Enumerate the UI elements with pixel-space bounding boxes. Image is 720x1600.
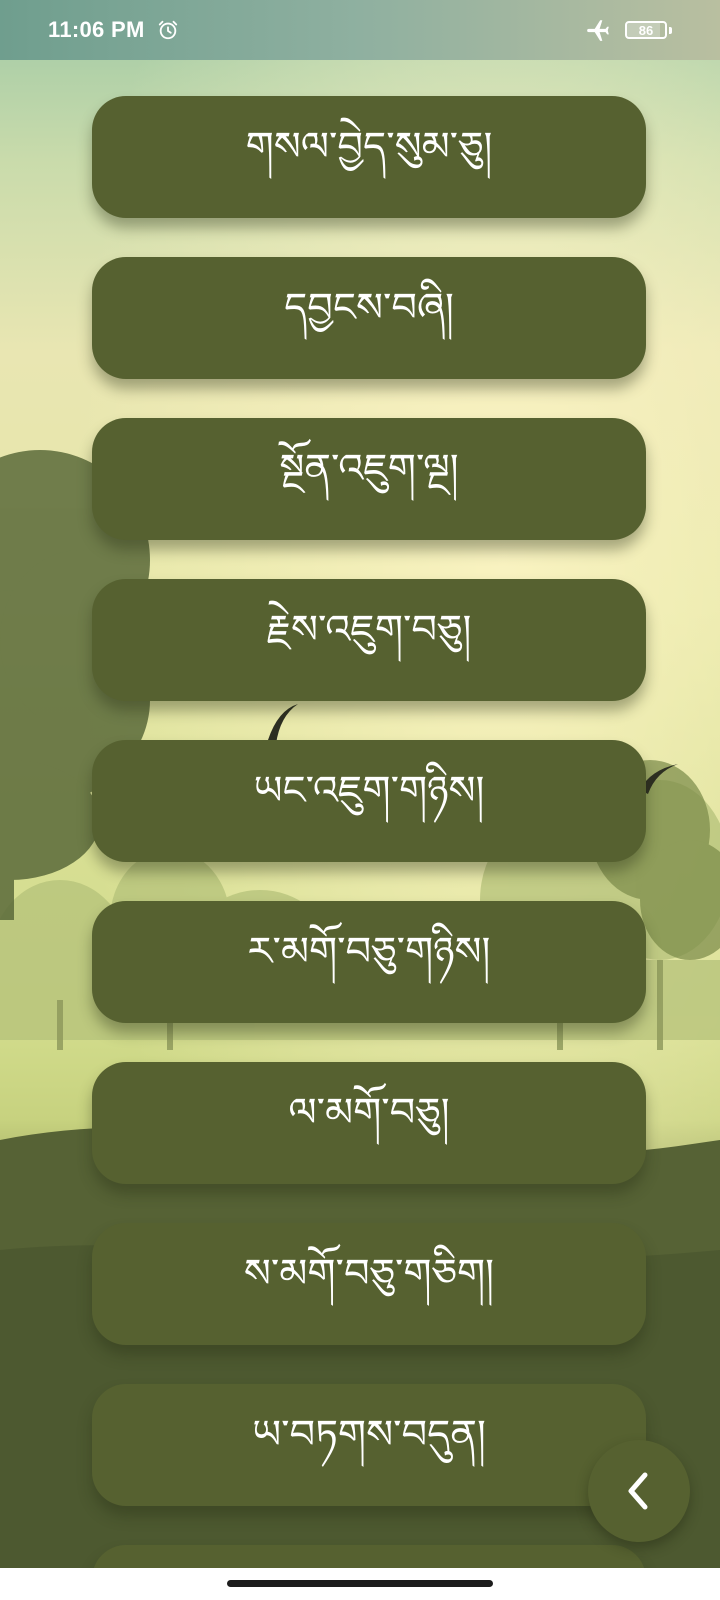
status-icons: 86 (585, 17, 672, 43)
battery-tip (669, 26, 672, 34)
menu-item-label: སྔོན་འཇུག་ལྔ། (279, 445, 459, 492)
menu-item-sa-head[interactable]: ས་མགོ་བཅུ་གཅིག། (92, 1223, 646, 1345)
battery-icon: 86 (625, 21, 667, 39)
menu-item-label: རྗེས་འཇུག་བཅུ། (266, 606, 472, 653)
app-screen: 11:06 PM 86 གསལ་བྱེད་སུམ་ཅུ། དབྱངས་བཞི། … (0, 0, 720, 1600)
status-bar: 11:06 PM 86 (0, 0, 720, 60)
battery-level: 86 (638, 22, 654, 38)
alarm-clock-icon (158, 20, 177, 40)
menu-item-post-suffixes[interactable]: ཡང་འཇུག་གཉིས། (92, 740, 646, 862)
menu-item-consonants[interactable]: གསལ་བྱེད་སུམ་ཅུ། (92, 96, 646, 218)
menu-item-label: ལ་མགོ་བཅུ། (288, 1089, 450, 1136)
menu-item-label: ཡ་བཏགས་བདུན། (252, 1411, 486, 1458)
status-time: 11:06 PM (48, 17, 145, 42)
menu-item-label: ས་མགོ་བཅུ་གཅིག། (243, 1250, 495, 1297)
menu-item-label: ཡང་འཇུག་གཉིས། (253, 767, 485, 814)
menu-item-ra-head[interactable]: ར་མགོ་བཅུ་གཉིས། (92, 901, 646, 1023)
chevron-left-icon (628, 1472, 648, 1510)
menu-item-label: ར་མགོ་བཅུ་གཉིས། (247, 928, 491, 975)
menu-item-label: གསལ་བྱེད་སུམ་ཅུ། (245, 123, 493, 170)
home-indicator[interactable] (227, 1580, 493, 1587)
battery-indicator: 86 (625, 21, 672, 39)
menu-item-prefixes[interactable]: སྔོན་འཇུག་ལྔ། (92, 418, 646, 540)
back-button[interactable] (588, 1440, 690, 1542)
menu-item-ya-subscript[interactable]: ཡ་བཏགས་བདུན། (92, 1384, 646, 1506)
menu-item-label: དབྱངས་བཞི། (284, 284, 454, 331)
airplane-mode-icon (587, 20, 609, 41)
menu-item-la-head[interactable]: ལ་མགོ་བཅུ། (92, 1062, 646, 1184)
menu-item-suffixes[interactable]: རྗེས་འཇུག་བཅུ། (92, 579, 646, 701)
menu-item-vowels[interactable]: དབྱངས་བཞི། (92, 257, 646, 379)
